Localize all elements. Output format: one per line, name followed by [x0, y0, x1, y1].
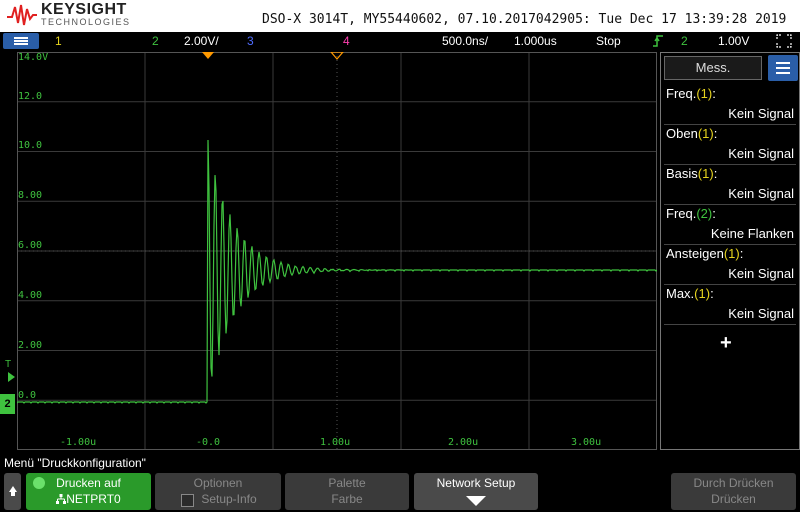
measurement-name: Max. — [666, 286, 695, 301]
trigger-position-marker — [202, 52, 214, 59]
main-menu-button[interactable] — [3, 33, 39, 49]
v-axis-label: 8.00 — [18, 190, 43, 201]
softkey-label: Palette — [328, 476, 366, 490]
h-axis-label: -1.00u — [60, 437, 97, 448]
options-softkey[interactable]: Optionen Setup-Info — [155, 473, 281, 510]
measurement-suffix: : — [739, 246, 744, 261]
add-measurement-button[interactable]: + — [720, 332, 732, 355]
measurement-suffix: : — [710, 286, 714, 301]
measurement-suffix: : — [713, 126, 718, 141]
measurement-name: Freq. — [666, 206, 697, 221]
softkey-active-indicator-icon — [33, 477, 45, 489]
measurement-channel: (1) — [694, 286, 711, 301]
measurement-row[interactable]: Ansteigen(1): Kein Signal — [664, 244, 796, 285]
measurement-row[interactable]: Freq.(1): Kein Signal — [664, 84, 796, 125]
softkey-label: Network Setup — [436, 476, 516, 490]
channel-4-indicator[interactable]: 4 — [343, 34, 350, 48]
softkey-value-row: NETPRT0 — [26, 492, 151, 506]
fullscreen-icon[interactable] — [776, 34, 792, 48]
v-axis-label: 12.0 — [18, 91, 43, 102]
h-axis-label: 1.00u — [320, 437, 351, 448]
palette-softkey[interactable]: Palette Farbe — [285, 473, 409, 510]
measurement-value: Kein Signal — [728, 106, 794, 121]
v-axis-label: 0.0 — [18, 390, 37, 401]
measurement-row[interactable]: Freq.(2): Keine Flanken — [664, 204, 796, 245]
softkey-value: Drücken — [711, 492, 756, 506]
trigger-level[interactable]: 1.00V — [718, 34, 749, 48]
up-arrow-stem — [11, 491, 15, 496]
measurement-name: Basis — [666, 166, 698, 181]
submenu-arrow-icon — [466, 496, 486, 506]
measurement-value: Kein Signal — [728, 186, 794, 201]
measurement-suffix: : — [712, 86, 716, 101]
h-axis-label: 3.00u — [571, 437, 602, 448]
measurement-value: Kein Signal — [728, 306, 794, 321]
measurement-value: Kein Signal — [728, 146, 794, 161]
measurement-suffix: : — [712, 206, 716, 221]
measurement-channel: (1) — [697, 126, 714, 141]
timebase-value[interactable]: 500.0ns/ — [442, 34, 488, 48]
measurement-row[interactable]: Basis(1): Kein Signal — [664, 164, 796, 205]
channel-2-indicator[interactable]: 2 — [152, 34, 159, 48]
trigger-level-arrow-icon[interactable] — [8, 372, 15, 382]
v-axis-label: 4.00 — [18, 290, 43, 301]
v-axis-label: 10.0 — [18, 140, 43, 151]
measurement-name: Freq. — [666, 86, 697, 101]
v-axis-label: 6.00 — [18, 240, 43, 251]
setup-info-checkbox[interactable] — [181, 494, 194, 507]
softkey-value: Farbe — [331, 492, 363, 506]
measurement-channel: (1) — [723, 246, 740, 261]
trigger-edge-icon — [653, 35, 663, 47]
softkey-value: Setup-Info — [201, 492, 257, 506]
delay-marker — [330, 52, 344, 60]
channel-2-scale[interactable]: 2.00V/ — [184, 34, 219, 48]
network-icon — [56, 494, 67, 504]
menu-title: Menü "Druckkonfiguration" — [4, 456, 146, 470]
delay-value[interactable]: 1.000us — [514, 34, 557, 48]
screenshot-title: DSO-X 3014T, MY55440602, 07.10.201704290… — [262, 12, 787, 27]
status-bar: 1 2 2.00V/ 3 4 500.0ns/ 1.000us Stop 2 1… — [0, 32, 800, 50]
v-axis-label: 2.00 — [18, 340, 43, 351]
softkey-label: Optionen — [193, 476, 243, 490]
measurement-value: Keine Flanken — [710, 226, 794, 241]
measurement-tab[interactable]: Mess. — [664, 56, 762, 80]
channel-1-indicator[interactable]: 1 — [55, 34, 62, 48]
measurement-row[interactable]: Max.(1): Kein Signal — [664, 284, 796, 325]
measurement-channel: (1) — [697, 166, 714, 181]
run-state[interactable]: Stop — [596, 34, 621, 48]
measurement-suffix: : — [713, 166, 718, 181]
h-axis-label: -0.0 — [196, 437, 221, 448]
trigger-channel[interactable]: 2 — [681, 34, 688, 48]
measurement-name: Ansteigen — [666, 246, 724, 261]
measurement-value: Kein Signal — [728, 266, 794, 281]
measurement-channel: (1) — [696, 86, 713, 101]
channel-2-trace — [17, 139, 657, 404]
keysight-logo-icon — [7, 4, 37, 26]
channel-2-ground-marker[interactable]: 2 — [0, 394, 15, 414]
graticule-grid — [17, 52, 657, 450]
softkey-value: NETPRT0 — [66, 492, 121, 506]
measurement-menu-button[interactable] — [768, 55, 798, 81]
press-to-print-softkey[interactable]: Durch Drücken Drücken — [671, 473, 796, 510]
measurement-channel: (2) — [696, 206, 713, 221]
measurement-name: Oben — [666, 126, 698, 141]
print-to-softkey[interactable]: Drucken auf NETPRT0 — [26, 473, 151, 510]
channel-3-indicator[interactable]: 3 — [247, 34, 254, 48]
waveform-display[interactable]: 14.0V 12.0 10.0 8.00 6.00 4.00 2.00 0.0 … — [17, 52, 657, 450]
waveform-plot — [17, 52, 657, 450]
softkey-label: Durch Drücken — [693, 476, 774, 490]
measurement-row[interactable]: Oben(1): Kein Signal — [664, 124, 796, 165]
brand-subtitle: TECHNOLOGIES — [41, 17, 131, 27]
v-axis-label: 14.0V — [18, 52, 49, 63]
trigger-level-label: T — [5, 359, 12, 370]
h-axis-label: 2.00u — [448, 437, 479, 448]
